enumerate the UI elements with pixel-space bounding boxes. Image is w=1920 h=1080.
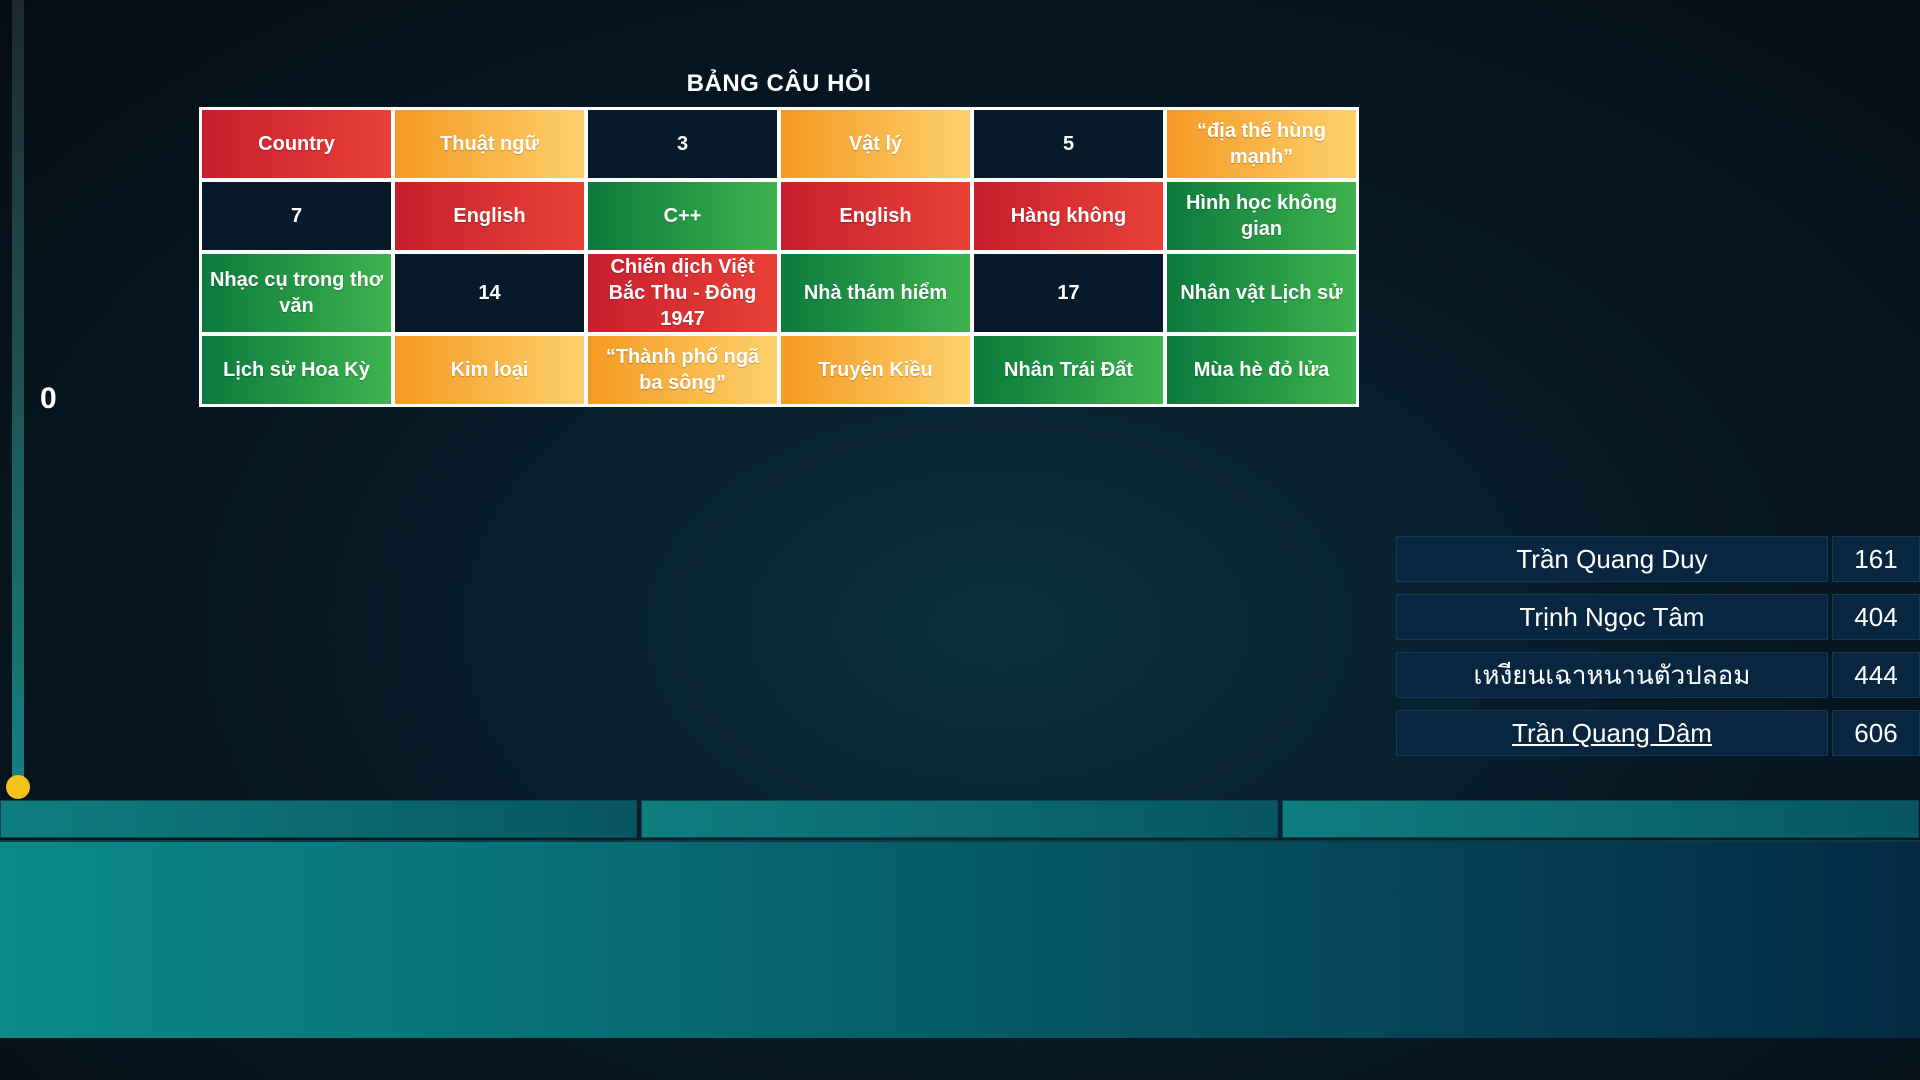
question-cell[interactable]: 3	[588, 110, 777, 178]
question-cell[interactable]: 14	[395, 254, 584, 332]
answer-panel	[0, 840, 1920, 1038]
question-cell[interactable]: Nhân vật Lịch sử	[1167, 254, 1356, 332]
question-cell[interactable]: C++	[588, 182, 777, 250]
question-cell[interactable]: English	[781, 182, 970, 250]
player-score: 161	[1832, 536, 1920, 582]
question-cell[interactable]: Chiến dịch Việt Bắc Thu - Đông 1947	[588, 254, 777, 332]
scoreboard-row: Trần Quang Dâm 606	[1396, 710, 1920, 756]
question-cell[interactable]: 17	[974, 254, 1163, 332]
player-name: Trần Quang Dâm	[1396, 710, 1828, 756]
game-screen: 0 BẢNG CÂU HỎI Country Thuật ngữ 3 Vật lý 5 “…	[0, 0, 1920, 1080]
timer-indicator	[6, 775, 30, 799]
question-cell[interactable]: Mùa hè đỏ lửa	[1167, 336, 1356, 404]
question-board: Country Thuật ngữ 3 Vật lý 5 “địa thế hùng mạ…	[199, 107, 1359, 407]
question-cell[interactable]: Country	[202, 110, 391, 178]
board-title: BẢNG CÂU HỎI	[686, 70, 872, 97]
question-cell[interactable]: “địa thế hùng mạnh”	[1167, 110, 1356, 178]
player-name: Trần Quang Duy	[1396, 536, 1828, 582]
question-cell[interactable]: Kim loại	[395, 336, 584, 404]
question-cell[interactable]: 7	[202, 182, 391, 250]
question-cell[interactable]: Vật lý	[781, 110, 970, 178]
question-cell[interactable]: Thuật ngữ	[395, 110, 584, 178]
player-score: 606	[1832, 710, 1920, 756]
question-cell[interactable]: English	[395, 182, 584, 250]
question-cell[interactable]: 5	[974, 110, 1163, 178]
timer-value: 0	[40, 382, 57, 415]
player-name: เหงียนเฉาหนานตัวปลอม	[1396, 652, 1828, 698]
answer-tab-2[interactable]	[641, 800, 1278, 838]
question-cell[interactable]: Hình học không gian	[1167, 182, 1356, 250]
question-cell[interactable]: Nhân Trái Đất	[974, 336, 1163, 404]
player-score: 404	[1832, 594, 1920, 640]
scoreboard-row: Trịnh Ngọc Tâm 404	[1396, 594, 1920, 640]
answer-tab-3[interactable]	[1282, 800, 1919, 838]
question-cell[interactable]: Nhà thám hiểm	[781, 254, 970, 332]
question-cell[interactable]: Lịch sử Hoa Kỳ	[202, 336, 391, 404]
timer-bar	[12, 0, 24, 780]
question-cell[interactable]: Truyện Kiều	[781, 336, 970, 404]
scoreboard-row: Trần Quang Duy 161	[1396, 536, 1920, 582]
question-cell[interactable]: “Thành phố ngã ba sông”	[588, 336, 777, 404]
player-score: 444	[1832, 652, 1920, 698]
answer-tab-1[interactable]	[0, 800, 637, 838]
question-cell[interactable]: Nhạc cụ trong thơ văn	[202, 254, 391, 332]
player-name: Trịnh Ngọc Tâm	[1396, 594, 1828, 640]
question-cell[interactable]: Hàng không	[974, 182, 1163, 250]
scoreboard-row: เหงียนเฉาหนานตัวปลอม 444	[1396, 652, 1920, 698]
